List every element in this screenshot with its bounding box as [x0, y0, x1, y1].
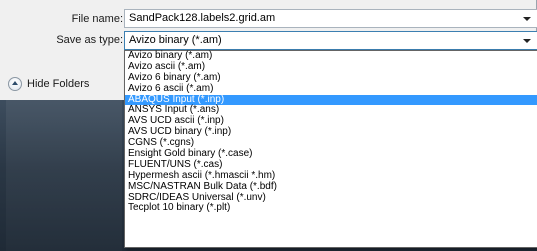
chevron-down-icon[interactable] — [523, 17, 531, 21]
hide-folders-label: Hide Folders — [27, 78, 90, 90]
save-as-type-value: Avizo binary (*.am) — [129, 34, 222, 46]
save-as-type-label: Save as type: — [56, 34, 123, 46]
save-dialog: File name: SandPack128.labels2.grid.am S… — [0, 0, 537, 251]
save-as-type-select[interactable]: Avizo binary (*.am) — [124, 31, 537, 50]
chevron-down-icon[interactable] — [523, 39, 531, 43]
file-type-option[interactable]: MSC/NASTRAN Bulk Data (*.bdf) — [125, 181, 537, 193]
chevron-up-icon — [8, 77, 22, 91]
file-name-value: SandPack128.labels2.grid.am — [129, 12, 276, 24]
file-type-option[interactable]: Avizo 6 ascii (*.am) — [125, 83, 537, 95]
file-name-input[interactable]: SandPack128.labels2.grid.am — [124, 9, 537, 28]
file-type-dropdown-list[interactable]: Avizo binary (*.am) Avizo ascii (*.am) A… — [124, 50, 537, 248]
hide-folders-button[interactable]: Hide Folders — [8, 76, 89, 92]
file-name-label: File name: — [71, 13, 123, 25]
window-frame-highlight — [6, 100, 122, 251]
file-type-option[interactable]: Tecplot 10 binary (*.plt) — [125, 203, 537, 214]
